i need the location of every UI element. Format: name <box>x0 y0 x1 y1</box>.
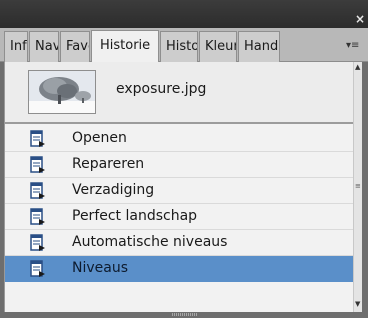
history-item-label: Automatische niveaus <box>72 234 228 250</box>
history-step-icon <box>30 260 46 278</box>
history-step-icon <box>30 208 46 226</box>
panel-menu-icon[interactable]: ▾≡ <box>346 40 364 52</box>
scroll-grip-icon[interactable]: ≡ <box>355 182 362 190</box>
tab-label: Historie <box>100 38 151 53</box>
tab-label: Info <box>10 39 27 54</box>
tab-historie[interactable]: Historie <box>91 30 159 62</box>
history-list: Openen Repareren Verzadiging Perfect lan… <box>5 126 359 282</box>
tab-navigator[interactable]: Navigator <box>29 31 59 62</box>
history-item[interactable]: Openen <box>5 126 359 152</box>
history-item[interactable]: Repareren <box>5 152 359 178</box>
resize-grip[interactable] <box>172 313 198 316</box>
tab-label: Handelingen <box>244 39 279 54</box>
history-item-label: Perfect landschap <box>72 208 198 224</box>
history-item[interactable]: Verzadiging <box>5 178 359 204</box>
history-item-label: Niveaus <box>72 260 129 276</box>
tab-info[interactable]: Info <box>4 31 28 62</box>
history-item-label: Repareren <box>72 156 145 172</box>
tab-label: Kleur <box>205 39 237 54</box>
tree-thumbnail-icon <box>28 70 96 114</box>
scroll-up-icon[interactable]: ▲ <box>355 64 362 71</box>
tab-label: Favorieten <box>66 39 89 54</box>
tab-label: Histogram <box>166 39 197 54</box>
history-item-label: Verzadiging <box>72 182 155 198</box>
history-item[interactable]: Perfect landschap <box>5 204 359 230</box>
history-item-selected[interactable]: Niveaus <box>5 256 359 282</box>
history-item-label: Openen <box>72 130 127 146</box>
tab-kleur[interactable]: Kleur <box>199 31 237 62</box>
history-step-icon <box>30 182 46 200</box>
tab-handelingen[interactable]: Handelingen <box>238 31 280 62</box>
history-step-icon <box>30 130 46 148</box>
tab-favorieten[interactable]: Favorieten <box>60 31 90 62</box>
tab-histogram[interactable]: Histogram <box>160 31 198 62</box>
history-step-icon <box>30 234 46 252</box>
vertical-scrollbar[interactable]: ▲ ≡ ▼ <box>353 62 362 312</box>
scroll-down-icon[interactable]: ▼ <box>355 301 362 308</box>
tab-bar: Info Navigator Favorieten Historie Histo… <box>0 28 368 62</box>
history-snapshot[interactable]: exposure.jpg <box>5 62 359 124</box>
tab-label: Navigator <box>35 39 58 54</box>
snapshot-name: exposure.jpg <box>116 81 207 97</box>
close-icon[interactable]: × <box>354 13 366 25</box>
history-panel: exposure.jpg Openen Repareren Verzadigin… <box>4 62 362 312</box>
history-item[interactable]: Automatische niveaus <box>5 230 359 256</box>
panel-titlebar: × <box>0 0 368 28</box>
history-step-icon <box>30 156 46 174</box>
